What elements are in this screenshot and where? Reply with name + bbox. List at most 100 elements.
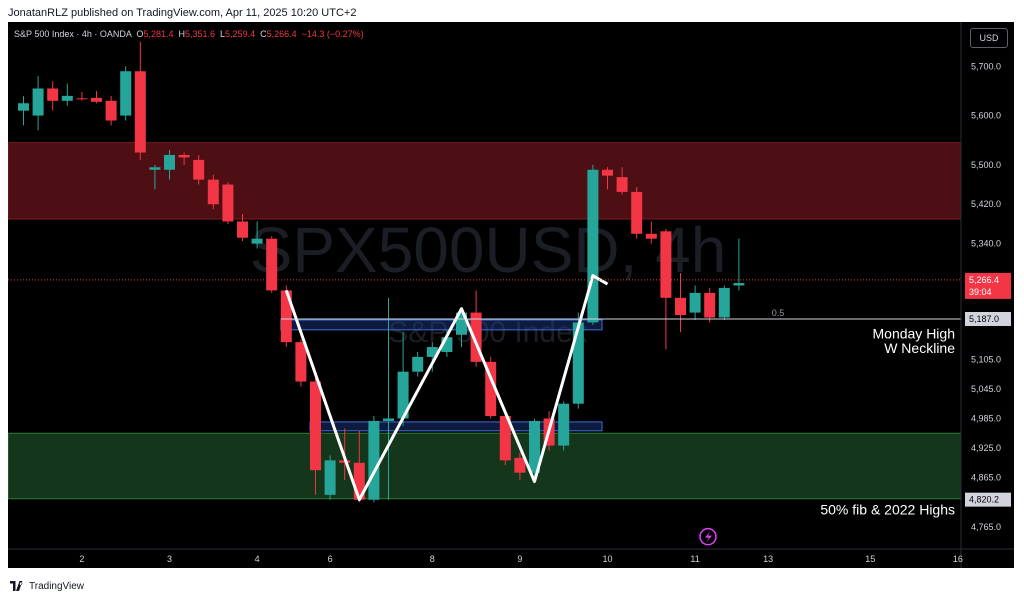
low-value: 5,259.4 xyxy=(225,29,256,39)
tradingview-logo-icon xyxy=(10,581,23,591)
candle-body xyxy=(47,88,59,101)
close-value: 5,266.4 xyxy=(266,29,297,39)
annotation-label: W Neckline xyxy=(884,340,955,356)
time-axis-tick-label: 6 xyxy=(328,554,333,564)
currency-button[interactable]: USD xyxy=(970,28,1008,48)
candle xyxy=(120,66,132,121)
candle-body xyxy=(587,169,599,323)
fib-level-label: 0.5 xyxy=(772,308,785,318)
candle-body xyxy=(149,167,161,170)
candle-body xyxy=(412,356,424,372)
candle xyxy=(718,285,730,320)
time-axis-tick-label: 10 xyxy=(602,554,612,564)
candle-body xyxy=(61,95,73,101)
lightning-icon-bolt xyxy=(705,531,712,543)
candle-body xyxy=(558,403,570,446)
last-price-tag: 5,266.4 xyxy=(969,275,999,285)
watermark-ticker: SPX500USD, 4h xyxy=(250,214,727,286)
price-axis-tick-label: 4,985.0 xyxy=(971,413,1001,423)
candle xyxy=(207,174,219,210)
candle xyxy=(368,416,380,503)
candle xyxy=(733,238,745,291)
price-axis-tick-label: 5,045.0 xyxy=(971,384,1001,394)
demand-zone xyxy=(8,432,962,500)
publisher-line: JonatanRLZ published on TradingView.com,… xyxy=(8,7,357,19)
symbol-info-bar: S&P 500 Index · 4h · OANDA O5,281.4 H5,3… xyxy=(14,29,364,39)
candlestick-chart[interactable]: SPX500USD, 4h S&P 500 Index 0.5Monday Hi… xyxy=(8,22,1014,568)
candle-body xyxy=(660,231,672,298)
time-axis-tick-label: 13 xyxy=(763,554,773,564)
candle xyxy=(134,41,146,160)
time-axis-tick-label: 15 xyxy=(865,554,875,564)
candle xyxy=(266,236,278,293)
candle-body xyxy=(514,457,526,473)
candle-body xyxy=(718,287,730,318)
candle-body xyxy=(689,292,701,313)
candle-body xyxy=(18,103,29,111)
candle-body xyxy=(251,238,263,244)
lightning-icon[interactable] xyxy=(699,527,717,546)
time-axis-tick-label: 4 xyxy=(255,554,260,564)
level-price-tag: 5,187.0 xyxy=(969,314,999,324)
price-axis-tick-label: 5,420.0 xyxy=(971,199,1001,209)
annotation-label: 50% fib & 2022 Highs xyxy=(820,502,955,518)
time-axis-tick-label: 3 xyxy=(167,554,172,564)
time-axis-tick-label: 9 xyxy=(517,554,522,564)
candle-body xyxy=(237,221,248,238)
candle-body xyxy=(32,88,44,116)
candle xyxy=(704,287,716,323)
symbol-name: S&P 500 Index · 4h · OANDA xyxy=(14,29,132,39)
candle xyxy=(61,83,73,106)
price-axis-tick-label: 5,700.0 xyxy=(971,61,1001,71)
chart-panel[interactable]: SPX500USD, 4h S&P 500 Index 0.5 Monday Hi… xyxy=(8,22,1014,568)
price-axis-tick-label: 5,500.0 xyxy=(971,160,1001,170)
countdown-tag: 39:04 xyxy=(969,287,992,297)
price-axis-tick-label: 5,600.0 xyxy=(971,111,1001,121)
footer-branding: TradingView xyxy=(10,578,84,594)
candle-body xyxy=(266,238,278,291)
candle xyxy=(324,455,336,500)
candle-body xyxy=(164,154,175,170)
candle-body xyxy=(310,381,321,471)
price-axis-tick-label: 4,925.0 xyxy=(971,443,1001,453)
change-value: −14.3 (−0.27%) xyxy=(301,29,364,39)
candle-body xyxy=(602,169,613,176)
candle-body xyxy=(91,97,102,102)
price-axis-tick-label: 5,340.0 xyxy=(971,239,1001,249)
candle-body xyxy=(76,98,88,100)
time-axis-tick-label: 2 xyxy=(79,554,84,564)
price-axis-tick-label: 4,765.0 xyxy=(971,522,1001,532)
candle-body xyxy=(572,322,584,404)
candle xyxy=(689,285,701,320)
footer-brand-text: TradingView xyxy=(29,580,85,592)
candle xyxy=(222,182,234,224)
price-axis-tick-label: 4,865.0 xyxy=(971,473,1001,483)
candle-body xyxy=(704,292,716,318)
candle-body xyxy=(193,159,205,180)
candle-body xyxy=(631,191,643,234)
candle xyxy=(76,91,88,101)
supply-zone xyxy=(8,142,962,220)
monday-high-box xyxy=(280,319,603,331)
candle xyxy=(105,95,117,126)
candle xyxy=(587,164,599,325)
candle-body xyxy=(616,177,628,192)
candle-body xyxy=(324,460,336,495)
candle xyxy=(18,95,29,126)
candle-body xyxy=(207,179,219,205)
time-axis-tick-label: 8 xyxy=(430,554,435,564)
candle-body xyxy=(675,297,686,316)
candle xyxy=(558,401,570,451)
price-axis-tick-label: 5,105.0 xyxy=(971,354,1001,364)
candle xyxy=(32,76,44,131)
annotation-label: Monday High xyxy=(873,325,956,341)
candle-body xyxy=(134,71,146,153)
candle-body xyxy=(733,283,745,286)
candle xyxy=(91,90,102,104)
candle-body xyxy=(178,154,190,158)
candle-body xyxy=(105,100,117,121)
high-value: 5,351.6 xyxy=(184,29,216,39)
candle-body xyxy=(222,184,234,222)
open-value: 5,281.4 xyxy=(143,29,174,39)
candle xyxy=(47,81,59,111)
